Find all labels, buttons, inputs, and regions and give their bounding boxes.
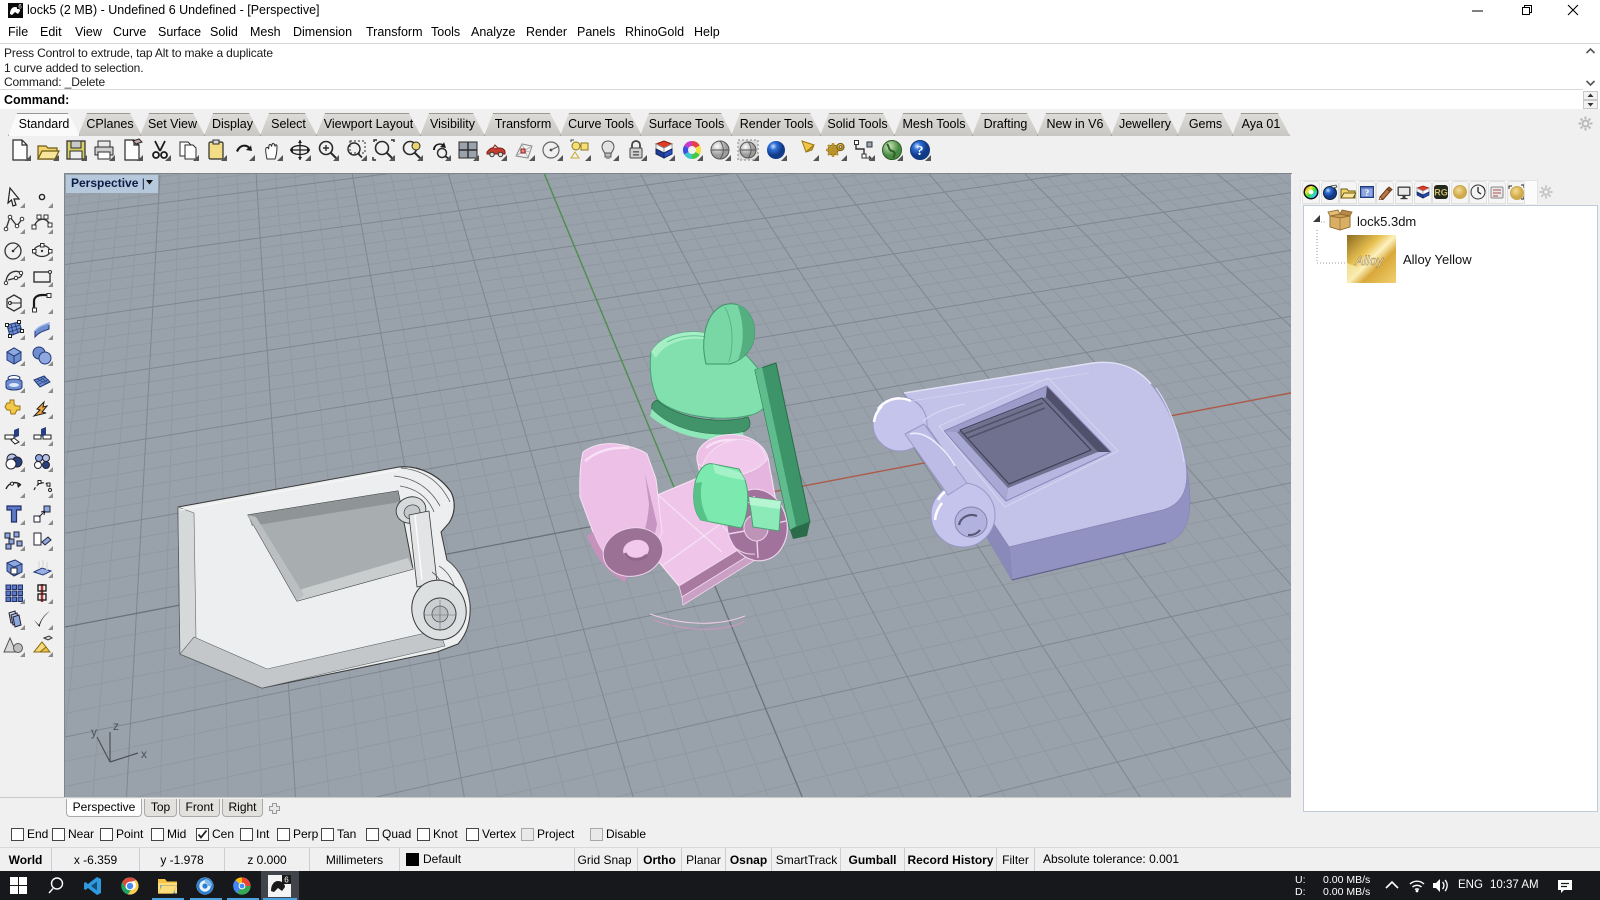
svg-text:z: z	[113, 719, 119, 733]
svg-text:x: x	[141, 747, 147, 761]
svg-text:RG: RG	[1434, 188, 1448, 198]
svg-text:Alloy: Alloy	[1354, 253, 1385, 268]
svg-text:?: ?	[917, 144, 924, 159]
svg-text:y: y	[91, 725, 97, 739]
svg-text:6: 6	[284, 876, 289, 885]
svg-text:?: ?	[1365, 188, 1370, 198]
